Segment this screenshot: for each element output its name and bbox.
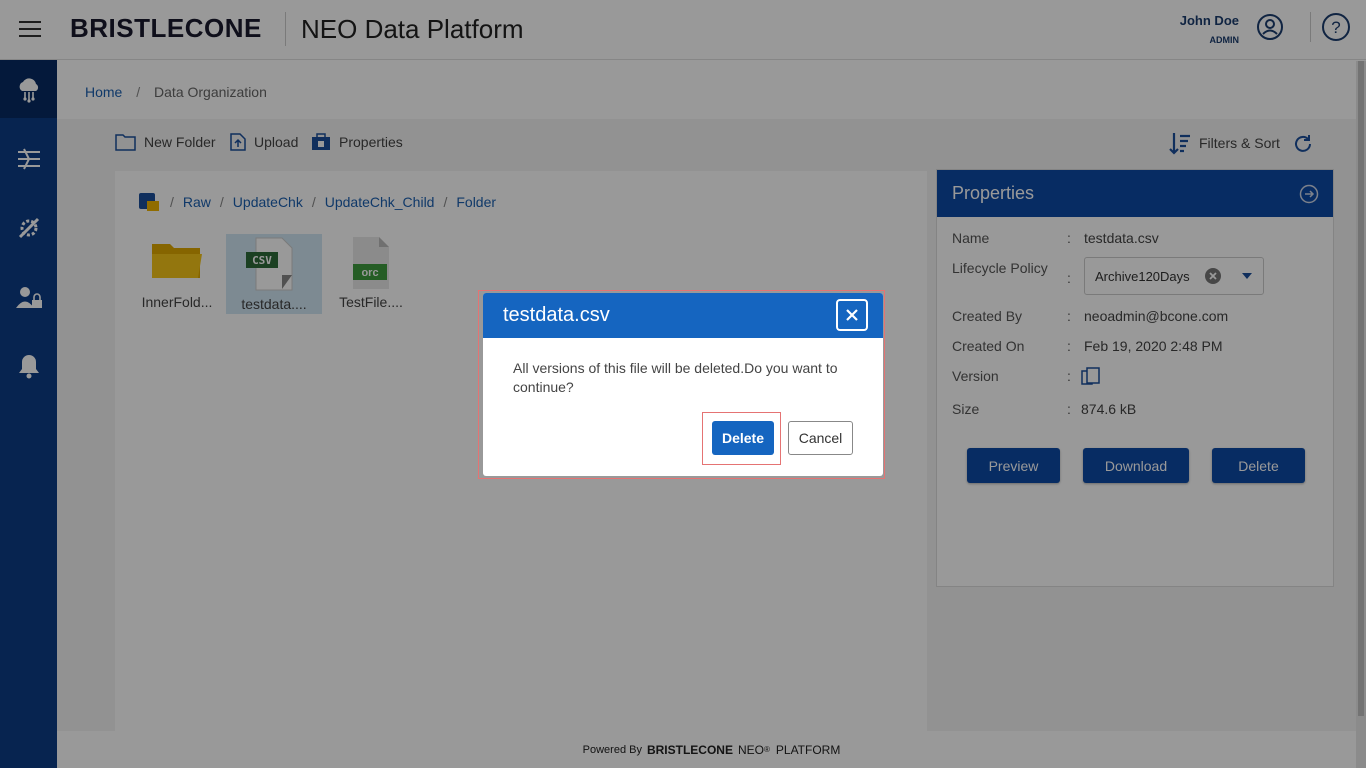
dialog-close-button[interactable] <box>836 299 868 331</box>
dialog-message: All versions of this file will be delete… <box>513 360 838 395</box>
dialog-title: testdata.csv <box>503 304 610 326</box>
confirm-delete-button[interactable]: Delete <box>712 421 774 455</box>
close-icon <box>846 309 858 321</box>
delete-confirm-dialog: testdata.csv All versions of this file w… <box>483 293 883 476</box>
dialog-header: testdata.csv <box>483 293 883 338</box>
cancel-button[interactable]: Cancel <box>788 421 853 455</box>
